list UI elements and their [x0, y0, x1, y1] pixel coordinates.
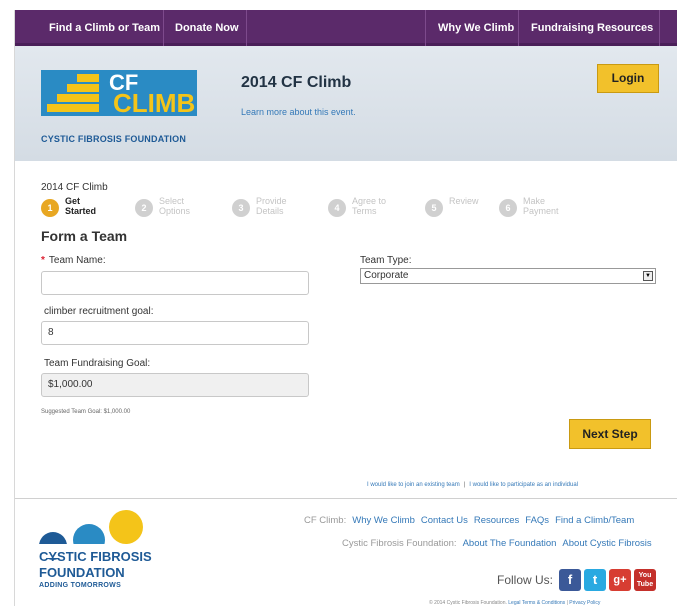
chevron-down-icon[interactable]: ▼	[643, 271, 653, 281]
legal-separator: |	[566, 600, 568, 606]
google-plus-icon[interactable]: g+	[609, 569, 631, 591]
required-marker: *	[41, 255, 45, 266]
footer-links-cf-climb: CF Climb: Why We Climb Contact Us Resources…	[304, 515, 634, 526]
logo-background: CF CLIMB	[41, 70, 197, 118]
top-nav: Find a Climb or Team Donate Now Why We C…	[15, 10, 677, 46]
step-label: Provide Details	[256, 196, 287, 216]
nav-separator	[246, 10, 247, 46]
recruit-goal-label: climber recruitment goal:	[44, 306, 154, 317]
join-existing-team-link[interactable]: I would like to join an existing team	[367, 482, 460, 488]
privacy-policy-link[interactable]: Privacy Policy	[569, 600, 600, 606]
nav-why-we-climb[interactable]: Why We Climb	[426, 10, 526, 46]
footer-link-faqs[interactable]: FAQs	[525, 515, 549, 526]
step-number: 6	[499, 199, 517, 217]
suggested-goal-hint: Suggested Team Goal: $1,000.00	[41, 409, 131, 415]
join-individual-link[interactable]: I would like to participate as an indivi…	[469, 482, 578, 488]
nav-donate[interactable]: Donate Now	[163, 10, 251, 46]
event-header: CF CLIMB CYSTIC FIBROSIS FOUNDATION 2014…	[15, 46, 677, 161]
join-options: I would like to join an existing team | I …	[367, 482, 578, 488]
footer-link-contact[interactable]: Contact Us	[421, 515, 468, 526]
step-label: Review	[449, 196, 479, 206]
step-number: 5	[425, 199, 443, 217]
step-label: Select Options	[159, 196, 191, 216]
step-number: 1	[41, 199, 59, 217]
footer-links-prefix: CF Climb:	[304, 515, 347, 526]
footer-link-find-climb[interactable]: Find a Climb/Team	[555, 515, 634, 526]
twitter-icon[interactable]: t	[584, 569, 606, 591]
logo-climb-text: CLIMB	[113, 88, 196, 118]
nav-separator	[659, 10, 660, 46]
step-label: Agree to Terms	[352, 196, 387, 216]
team-name-label: * Team Name:	[41, 255, 106, 266]
nav-find-climb[interactable]: Find a Climb or Team	[37, 10, 172, 46]
recruit-goal-input[interactable]: 8	[41, 321, 309, 345]
logo-stair	[57, 94, 99, 102]
logo-bubble	[109, 510, 143, 544]
event-title: 2014 CF Climb	[241, 74, 352, 91]
youtube-icon[interactable]: You Tube	[634, 569, 656, 591]
footer-link-why-we-climb[interactable]: Why We Climb	[352, 515, 415, 526]
facebook-icon[interactable]: f	[559, 569, 581, 591]
team-name-input[interactable]	[41, 271, 309, 295]
footer-link-resources[interactable]: Resources	[474, 515, 519, 526]
team-name-label-text: Team Name:	[48, 255, 106, 266]
legal-terms-link[interactable]: Legal Terms & Conditions	[508, 600, 565, 606]
copyright-line: © 2014 Cystic Fibrosis Foundation. Legal…	[429, 600, 600, 606]
footer-links-prefix: Cystic Fibrosis Foundation:	[342, 538, 457, 549]
logo-stair	[77, 74, 99, 82]
cf-climb-logo[interactable]: CF CLIMB CYSTIC FIBROSIS FOUNDATION	[41, 70, 197, 150]
link-separator: |	[463, 482, 466, 488]
login-button[interactable]: Login	[597, 64, 659, 93]
foundation-logo-line1: CYSTIC FIBROSIS	[39, 549, 152, 564]
step-label: Make Payment	[523, 196, 559, 216]
nav-fundraising-resources[interactable]: Fundraising Resources	[519, 10, 665, 46]
team-type-label: Team Type:	[360, 255, 412, 266]
step-number: 2	[135, 199, 153, 217]
logo-foundation-text: CYSTIC FIBROSIS FOUNDATION	[41, 134, 187, 144]
footer-links-foundation: Cystic Fibrosis Foundation: About The Fou…	[342, 538, 652, 549]
step-number: 4	[328, 199, 346, 217]
step-number: 3	[232, 199, 250, 217]
step-label: Get Started	[65, 196, 97, 216]
form-title: Form a Team	[41, 228, 128, 244]
foundation-logo-tagline: ADDING TOMORROWS	[39, 582, 122, 589]
fundraising-goal-label: Team Fundraising Goal:	[44, 358, 151, 369]
learn-more-link[interactable]: Learn more about this event.	[241, 107, 356, 117]
foundation-logo-line2: FOUNDATION	[39, 565, 125, 580]
breadcrumb: 2014 CF Climb	[41, 182, 108, 193]
page-frame: Find a Climb or Team Donate Now Why We C…	[14, 10, 677, 606]
foundation-logo-mark	[39, 510, 149, 560]
footer-link-about-foundation[interactable]: About The Foundation	[463, 538, 557, 549]
copyright-text: © 2014 Cystic Fibrosis Foundation.	[429, 600, 507, 606]
team-type-select[interactable]: Corporate ▼	[360, 268, 656, 284]
follow-us-label: Follow Us:	[497, 573, 554, 587]
footer-link-about-cf[interactable]: About Cystic Fibrosis	[562, 538, 651, 549]
next-step-button[interactable]: Next Step	[569, 419, 651, 449]
fundraising-goal-input[interactable]: $1,000.00	[41, 373, 309, 397]
logo-stair	[67, 84, 99, 92]
footer-divider	[15, 498, 677, 499]
logo-stair	[47, 104, 99, 112]
team-type-value: Corporate	[364, 270, 409, 281]
